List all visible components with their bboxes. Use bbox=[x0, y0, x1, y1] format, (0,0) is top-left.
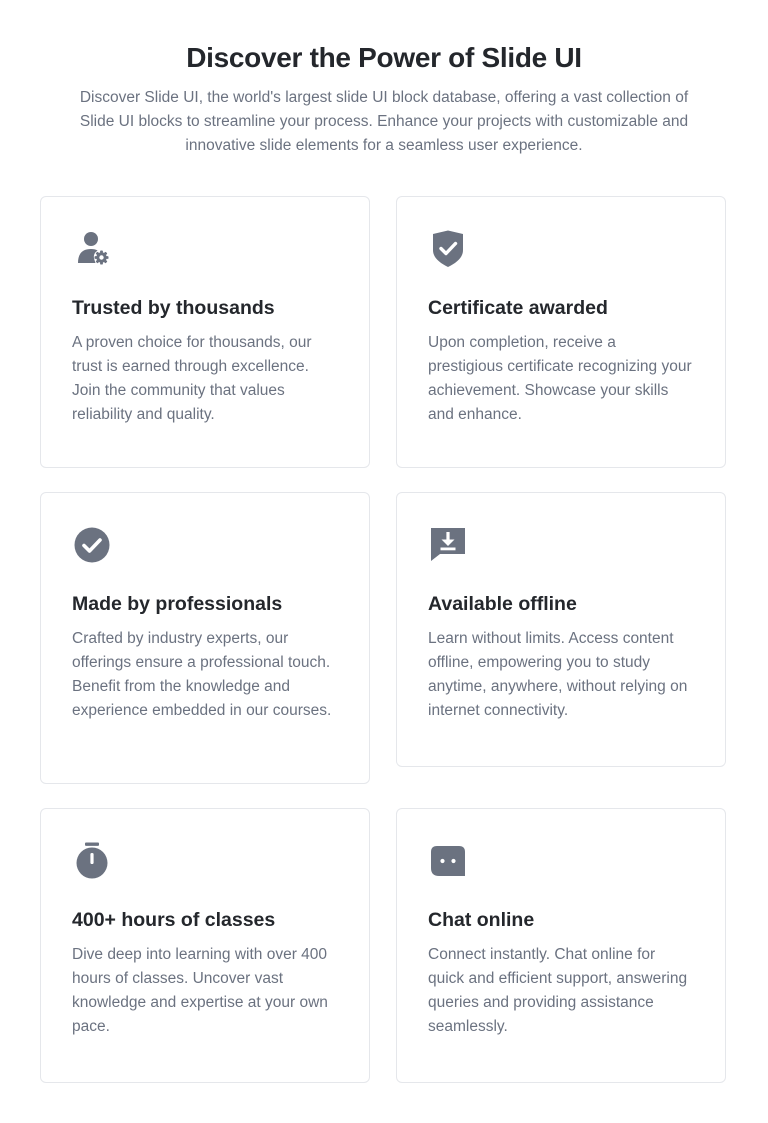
check-circle-icon bbox=[72, 525, 112, 565]
feature-text: Connect instantly. Chat online for quick… bbox=[428, 946, 688, 1035]
chat-bot-icon bbox=[428, 841, 468, 881]
feature-card-certificate: Certificate awarded Upon completion, rec… bbox=[396, 196, 726, 468]
feature-card-chat: Chat online Connect instantly. Chat onli… bbox=[396, 808, 726, 1083]
feature-text: Crafted by industry experts, our offerin… bbox=[72, 630, 332, 719]
feature-text: Upon completion, receive a prestigious c… bbox=[428, 334, 692, 423]
feature-text: A proven choice for thousands, our trust… bbox=[72, 334, 312, 423]
stopwatch-icon bbox=[72, 841, 112, 881]
feature-title: Certificate awarded bbox=[428, 297, 608, 319]
feature-title: Trusted by thousands bbox=[72, 297, 275, 319]
feature-title: Made by professionals bbox=[72, 593, 283, 615]
feature-card-professionals: Made by professionals Crafted by industr… bbox=[40, 492, 370, 784]
download-message-icon bbox=[428, 525, 468, 565]
feature-card-trusted: Trusted by thousands A proven choice for… bbox=[40, 196, 370, 468]
feature-card-offline: Available offline Learn without limits. … bbox=[396, 492, 726, 767]
feature-title: 400+ hours of classes bbox=[72, 909, 276, 931]
user-gear-icon bbox=[72, 229, 112, 269]
feature-card-hours: 400+ hours of classes Dive deep into lea… bbox=[40, 808, 370, 1083]
features-page: Discover the Power of Slide UI Discover … bbox=[0, 0, 768, 1123]
hero-section: Discover the Power of Slide UI Discover … bbox=[0, 40, 768, 158]
page-description: Discover Slide UI, the world's largest s… bbox=[79, 89, 689, 154]
feature-text: Learn without limits. Access content off… bbox=[428, 630, 688, 719]
feature-title: Available offline bbox=[428, 593, 577, 615]
shield-check-icon bbox=[428, 229, 468, 269]
feature-title: Chat online bbox=[428, 909, 535, 931]
page-title: Discover the Power of Slide UI bbox=[186, 42, 582, 73]
feature-text: Dive deep into learning with over 400 ho… bbox=[72, 946, 328, 1035]
